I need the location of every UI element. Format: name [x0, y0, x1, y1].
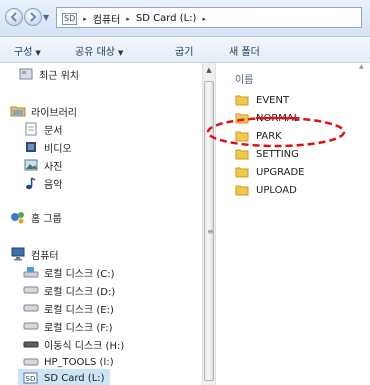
folder-icon — [235, 111, 251, 125]
drive-icon — [23, 301, 39, 315]
new-folder-button[interactable]: 새 폴더 — [229, 43, 260, 58]
nav-item-recent-places[interactable]: 최근 위치 — [18, 65, 79, 83]
nav-label: 라이브러리 — [31, 107, 77, 119]
nav-label: 로컬 디스크 (F:) — [44, 322, 113, 334]
folder-item-setting[interactable]: SETTING — [235, 145, 299, 163]
folder-item-event[interactable]: EVENT — [235, 91, 289, 109]
folder-name: PARK — [256, 130, 282, 142]
homegroup-icon — [10, 210, 26, 224]
system-drive-icon — [23, 265, 39, 279]
folder-icon — [235, 129, 251, 143]
removable-drive-icon — [23, 337, 39, 351]
folder-item-normal[interactable]: NORMAL — [235, 109, 299, 127]
nav-item-drive-h[interactable]: 이동식 디스크 (H:) — [23, 335, 124, 353]
nav-item-drive-f[interactable]: 로컬 디스크 (F:) — [23, 317, 113, 335]
folder-icon — [235, 147, 251, 161]
scroll-up-icon[interactable]: ▲ — [203, 63, 215, 77]
nav-item-drive-c[interactable]: 로컬 디스크 (C:) — [23, 263, 115, 281]
chevron-down-icon: ▼ — [117, 49, 124, 57]
share-label: 공유 대상 — [75, 47, 115, 58]
nav-item-pictures[interactable]: 사진 — [23, 156, 62, 174]
nav-label: 컴퓨터 — [31, 250, 59, 262]
nav-item-computer[interactable]: 컴퓨터 — [10, 245, 59, 263]
sort-arrow-icon: ▲ — [359, 63, 364, 70]
nav-label: 이동식 디스크 (H:) — [44, 340, 125, 352]
nav-label: 음악 — [44, 179, 63, 191]
folder-icon — [235, 183, 251, 197]
breadcrumb-separator[interactable]: ▸ — [83, 15, 87, 23]
breadcrumb-computer[interactable]: 컴퓨터 — [93, 11, 121, 26]
pictures-icon — [23, 158, 39, 172]
forward-button[interactable] — [24, 8, 42, 26]
grip-icon: ≡ — [207, 227, 214, 236]
nav-item-libraries[interactable]: 라이브러리 — [10, 102, 77, 120]
nav-item-homegroup[interactable]: 홈 그룹 — [10, 208, 62, 226]
forward-arrow-icon — [30, 12, 37, 22]
drive-icon — [23, 319, 39, 333]
svg-text:SD: SD — [26, 375, 36, 383]
recent-locations-dropdown[interactable]: ▼ — [43, 13, 49, 22]
nav-label: 비디오 — [44, 143, 72, 155]
navigation-pane: 최근 위치 라이브러리 문서 비디오 사진 음악 홈 그룹 컴퓨터 로컬 디스크… — [0, 63, 202, 385]
folder-name: SETTING — [256, 148, 299, 160]
navigation-scrollbar[interactable]: ▲ ≡ — [202, 63, 216, 385]
folder-icon — [235, 165, 251, 179]
nav-label: 최근 위치 — [39, 70, 79, 82]
music-icon — [23, 176, 39, 190]
share-with-button[interactable]: 공유 대상 ▼ — [75, 43, 123, 58]
nav-label: 사진 — [44, 161, 63, 173]
nav-label: 홈 그룹 — [31, 213, 62, 225]
breadcrumb-separator[interactable]: ▸ — [126, 15, 130, 23]
address-bar: ▼ SD ▸ 컴퓨터 ▸ SD Card (L:) ▸ — [0, 0, 370, 37]
breadcrumb-separator[interactable]: ▸ — [202, 15, 206, 23]
breadcrumb-sd-card[interactable]: SD Card (L:) — [136, 13, 197, 24]
nav-item-music[interactable]: 음악 — [23, 174, 62, 192]
documents-icon — [23, 122, 39, 136]
libraries-icon — [10, 104, 26, 118]
scrollbar-thumb[interactable]: ≡ — [204, 81, 214, 381]
organize-button[interactable]: 구성 ▼ — [14, 43, 41, 58]
nav-label: 로컬 디스크 (E:) — [44, 304, 114, 316]
nav-label: HP_TOOLS (I:) — [44, 356, 114, 368]
folder-name: UPLOAD — [256, 184, 297, 196]
nav-item-sd-card[interactable]: SD SD Card (L:) — [18, 369, 110, 385]
folder-icon — [235, 93, 251, 107]
nav-item-documents[interactable]: 문서 — [23, 120, 62, 138]
recent-places-icon — [18, 67, 34, 81]
folder-item-upload[interactable]: UPLOAD — [235, 181, 297, 199]
nav-label: 로컬 디스크 (C:) — [44, 268, 115, 280]
organize-label: 구성 — [14, 47, 33, 58]
folder-name: UPGRADE — [256, 166, 305, 178]
file-list: ▲ 이름 EVENT NORMAL PARK SETTING UPGRADE U… — [217, 63, 370, 385]
sd-card-icon: SD — [62, 12, 78, 25]
command-bar: 구성 ▼ 공유 대상 ▼ 굽기 새 폴더 — [0, 37, 370, 63]
videos-icon — [23, 140, 39, 154]
nav-label: 로컬 디스크 (D:) — [44, 286, 116, 298]
burn-button[interactable]: 굽기 — [175, 43, 193, 58]
folder-item-park[interactable]: PARK — [235, 127, 282, 145]
breadcrumb[interactable]: SD ▸ 컴퓨터 ▸ SD Card (L:) ▸ — [56, 7, 362, 28]
back-arrow-icon — [10, 12, 17, 22]
folder-name: NORMAL — [256, 112, 300, 124]
drive-icon — [23, 283, 39, 297]
chevron-down-icon: ▼ — [35, 49, 41, 57]
nav-label: SD Card (L:) — [44, 372, 105, 384]
folder-item-upgrade[interactable]: UPGRADE — [235, 163, 305, 181]
nav-label: 문서 — [44, 125, 63, 137]
folder-name: EVENT — [256, 94, 290, 106]
sd-card-icon: SD — [23, 371, 39, 385]
column-header-name[interactable]: 이름 — [235, 71, 253, 86]
drive-icon — [23, 355, 39, 369]
computer-icon — [10, 247, 26, 261]
back-button[interactable] — [5, 8, 23, 26]
nav-item-videos[interactable]: 비디오 — [23, 138, 72, 156]
nav-item-drive-d[interactable]: 로컬 디스크 (D:) — [23, 281, 115, 299]
nav-item-drive-e[interactable]: 로컬 디스크 (E:) — [23, 299, 114, 317]
